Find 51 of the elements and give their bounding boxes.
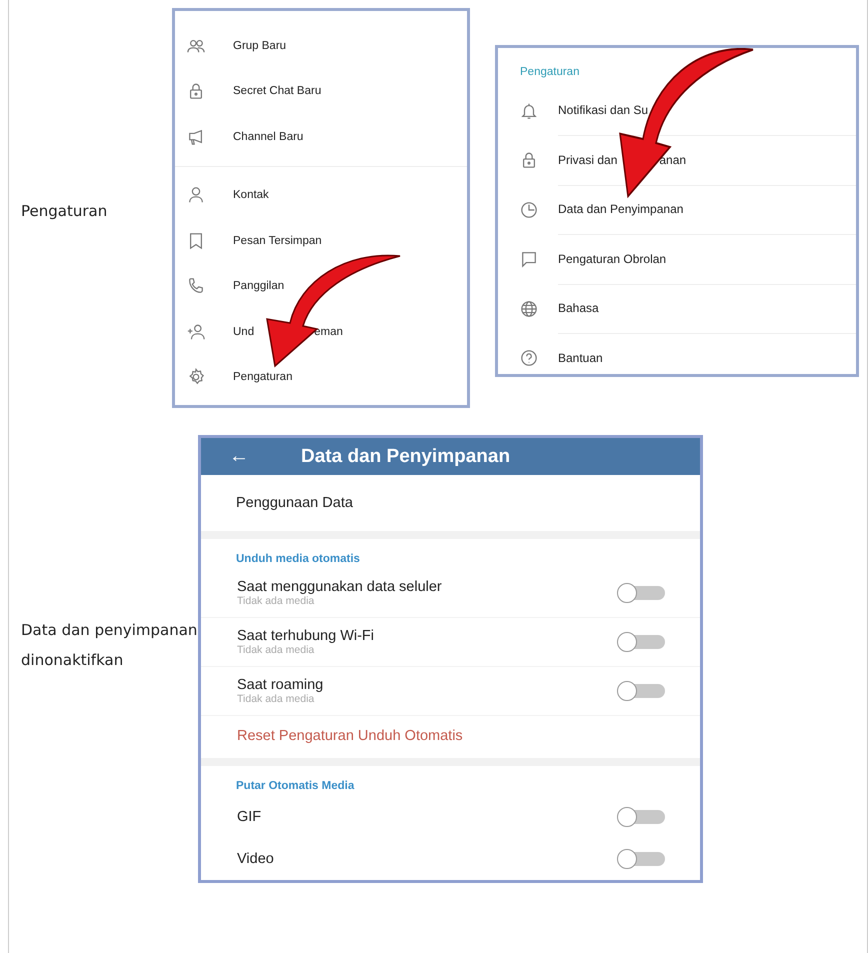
settings-item[interactable]: Bantuan — [558, 350, 603, 365]
toggle-switch[interactable] — [619, 684, 665, 698]
settings-item[interactable]: Privasi dan — [558, 152, 618, 167]
step-label: Pengaturan — [20, 201, 108, 222]
chat-icon — [520, 250, 538, 268]
menu-item[interactable]: Grup Baru — [233, 40, 286, 52]
menu-item[interactable]: Und — [233, 326, 254, 338]
settings-item[interactable]: Notifikasi dan Su — [558, 103, 648, 118]
clock-icon — [520, 200, 538, 219]
setting-value: Tidak ada media — [237, 595, 316, 607]
toggle-switch[interactable] — [619, 586, 665, 600]
menu-item[interactable]: Pesan Tersimpan — [233, 234, 322, 247]
toggle-switch[interactable] — [619, 635, 665, 649]
section-title: Putar Otomatis Media — [235, 779, 356, 794]
step-label: Data dan penyimpanan dinonaktifkan — [20, 620, 198, 671]
bell-icon — [520, 102, 538, 120]
menu-item[interactable]: Panggilan — [233, 280, 284, 292]
phone-icon — [187, 277, 205, 296]
section-title: Unduh media otomatis — [235, 552, 361, 567]
settings-icon — [187, 368, 205, 386]
menu-item[interactable]: Secret Chat Baru — [233, 85, 322, 98]
add-person-icon — [187, 322, 205, 341]
lock-icon — [520, 151, 538, 170]
globe-icon — [520, 300, 538, 318]
settings-item[interactable]: Pengaturan Obrolan — [558, 252, 666, 266]
setting-value: Tidak ada media — [237, 693, 316, 705]
toggle-switch[interactable] — [619, 852, 665, 866]
settings-item[interactable]: anan — [659, 152, 686, 167]
menu-item[interactable]: Pengaturan — [233, 371, 292, 384]
lock-icon — [187, 82, 205, 100]
section-title: Pengaturan — [519, 65, 580, 80]
megaphone-icon — [187, 128, 205, 146]
setting-value: Tidak ada media — [237, 644, 316, 656]
menu-item[interactable]: Channel Baru — [233, 130, 304, 143]
setting-label: Saat roaming — [237, 677, 324, 693]
back-button[interactable]: ← — [229, 445, 249, 468]
setting-label: Saat terhubung Wi-Fi — [237, 628, 376, 644]
screen-title: Data dan Penyimpanan — [301, 446, 510, 468]
menu-item[interactable]: eman — [314, 326, 343, 338]
person-icon — [187, 186, 205, 204]
help-icon — [520, 349, 538, 368]
reset-link[interactable]: Reset Pengaturan Unduh Otomatis — [201, 716, 700, 766]
settings-item[interactable]: Bahasa — [558, 301, 599, 316]
setting-label: Saat menggunakan data seluler — [237, 579, 443, 595]
settings-item[interactable]: Penggunaan Data — [201, 475, 700, 539]
menu-item[interactable]: Kontak — [233, 189, 269, 202]
bookmark-icon — [187, 232, 205, 250]
toggle-switch[interactable] — [619, 810, 665, 824]
setting-label: Video — [237, 851, 275, 867]
settings-item[interactable]: Data dan Penyimpanan — [558, 202, 684, 216]
setting-label: GIF — [237, 809, 262, 825]
